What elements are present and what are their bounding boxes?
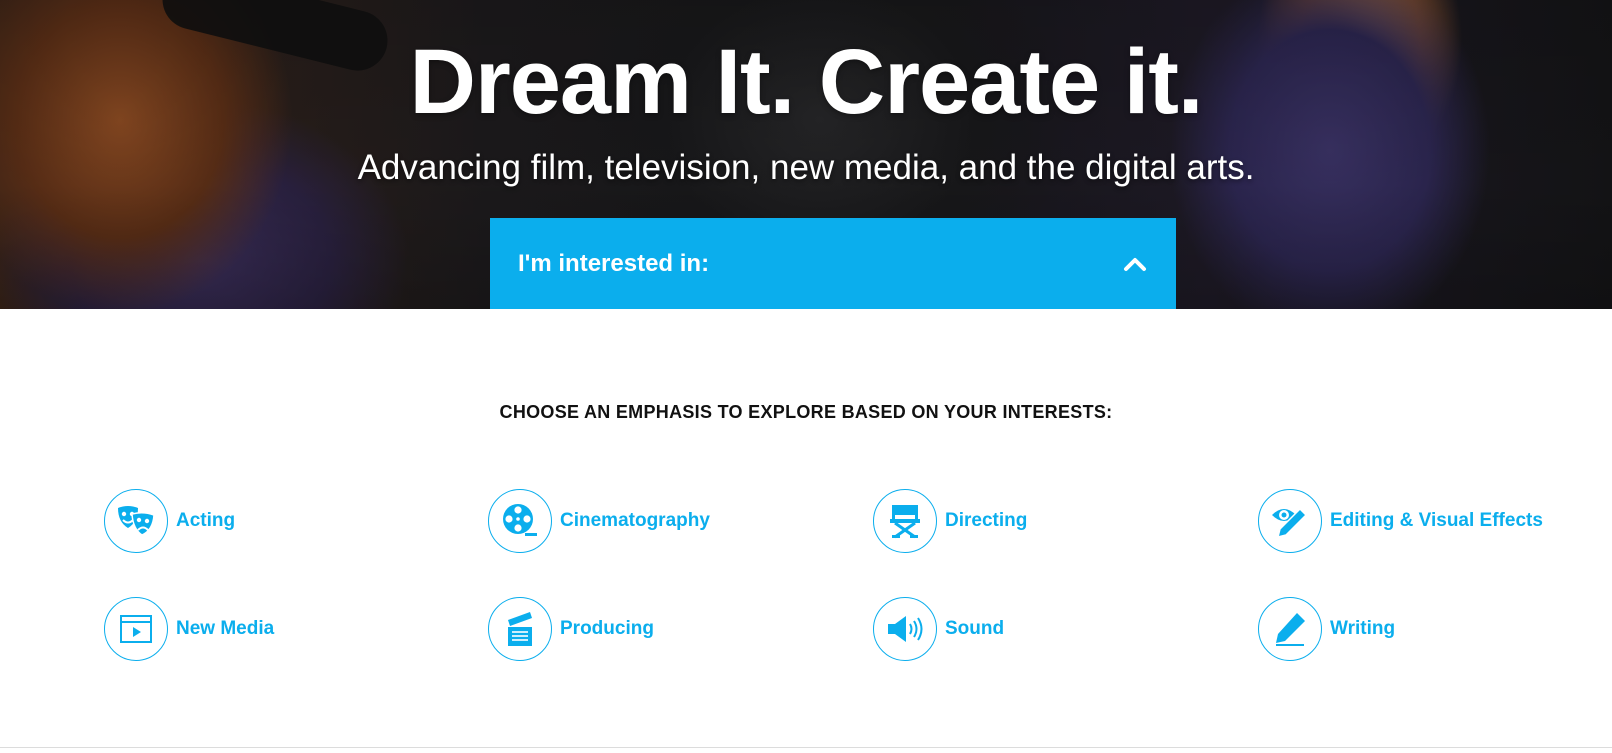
emphasis-item-directing[interactable]: Directing [873,489,1027,553]
emphasis-label-producing: Producing [560,618,654,639]
film-reel-icon [488,489,552,553]
section-divider [0,747,1612,748]
emphasis-item-editing-visual-effects[interactable]: Editing & Visual Effects [1258,489,1543,553]
hero-subtitle: Advancing film, television, new media, a… [357,148,1255,187]
emphasis-label-sound: Sound [945,618,1005,639]
hero-banner: Dream It. Create it. Advancing film, tel… [0,0,1612,309]
theater-masks-icon [104,489,168,553]
emphasis-label-directing: Directing [945,510,1028,531]
emphasis-item-producing[interactable]: Producing [488,597,654,661]
emphasis-label-editing-visual-effects: Editing & Visual Effects [1330,510,1543,531]
emphasis-label-writing: Writing [1330,618,1396,639]
emphasis-heading: CHOOSE AN EMPHASIS TO EXPLORE BASED ON Y… [499,402,1113,422]
emphasis-item-acting[interactable]: Acting [104,489,235,553]
emphasis-item-sound[interactable]: Sound [873,597,1004,661]
emphasis-label-new-media: New Media [176,618,275,639]
interest-selector-label: I'm interested in: [518,249,710,277]
pen-icon [1258,597,1322,661]
directors-chair-icon [873,489,937,553]
emphasis-item-writing[interactable]: Writing [1258,597,1395,661]
emphasis-item-cinematography[interactable]: Cinematography [488,489,710,553]
video-window-icon [104,597,168,661]
speaker-icon [873,597,937,661]
clapperboard-icon [488,597,552,661]
eye-pencil-icon [1258,489,1322,553]
emphasis-grid: Acting Cinematography Directing Editing … [104,489,1564,661]
interest-selector-toggle[interactable]: I'm interested in: [490,218,1176,309]
chevron-up-icon[interactable] [1122,251,1148,277]
emphasis-label-acting: Acting [176,510,236,531]
emphasis-item-new-media[interactable]: New Media [104,597,274,661]
emphasis-label-cinematography: Cinematography [560,510,710,531]
hero-title: Dream It. Create it. [409,31,1204,133]
